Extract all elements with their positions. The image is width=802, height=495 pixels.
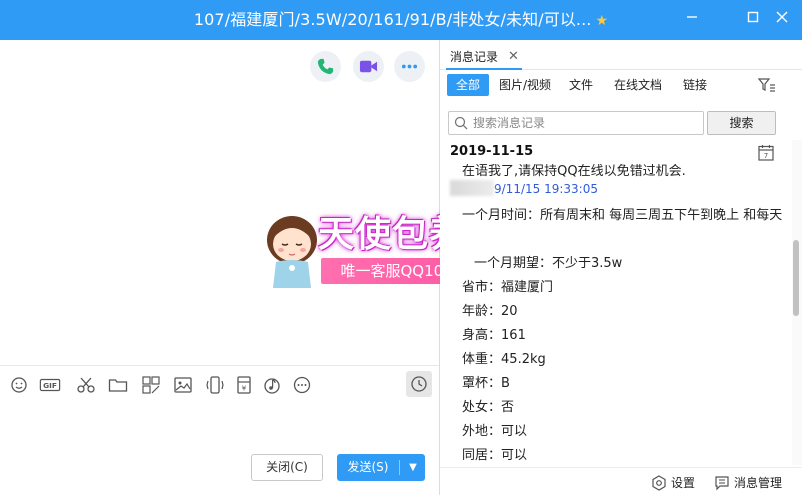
- search-button[interactable]: 搜索: [707, 111, 776, 135]
- tab-active-indicator: [446, 68, 522, 70]
- video-call-button[interactable]: [353, 51, 384, 82]
- filter-online-docs[interactable]: 在线文档: [610, 74, 666, 96]
- minimize-icon[interactable]: [682, 10, 702, 30]
- message-manage-label: 消息管理: [734, 476, 783, 490]
- music-icon[interactable]: [261, 374, 283, 396]
- title-bar: 107/福建厦门/3.5W/20/161/91/B/非处女/未知/可以... ★: [0, 0, 802, 40]
- emoji-icon[interactable]: [8, 374, 30, 396]
- sender-name-redacted: [450, 180, 494, 196]
- redpacket-icon[interactable]: ¥: [233, 374, 255, 396]
- send-button-separator: [399, 460, 400, 475]
- watermark-girl-image: [261, 210, 323, 290]
- footer-divider: [440, 467, 802, 468]
- toolbar-more-icon[interactable]: [291, 374, 313, 396]
- settings-label: 设置: [671, 476, 696, 490]
- settings-button[interactable]: 设置: [651, 474, 701, 492]
- profile-field-cup: 罩杯：B: [462, 376, 510, 391]
- message-manage-button[interactable]: 消息管理: [714, 474, 794, 492]
- more-actions-button[interactable]: [394, 51, 425, 82]
- profile-field-virgin: 处女：否: [462, 400, 515, 415]
- chevron-down-icon[interactable]: ▼: [403, 454, 423, 481]
- search-input[interactable]: [473, 114, 699, 132]
- filter-icon[interactable]: [757, 77, 776, 93]
- window-title-text: 107/福建厦门/3.5W/20/161/91/B/非处女/未知/可以...: [193, 10, 592, 29]
- send-button-label: 发送(S): [347, 460, 389, 474]
- toolbar-divider: [0, 365, 439, 366]
- filter-links[interactable]: 链接: [677, 74, 713, 96]
- history-panel: 消息记录 ✕ 全部 图片/视频 文件 在线文档 链接 搜索 2019-11-15…: [440, 40, 802, 495]
- search-icon: [454, 116, 468, 130]
- filter-all[interactable]: 全部: [447, 74, 489, 96]
- filter-images-videos[interactable]: 图片/视频: [493, 74, 557, 96]
- svg-text:GIF: GIF: [43, 381, 57, 390]
- profile-field-height: 身高：161: [462, 328, 526, 343]
- message-list: 在语我了,请保持QQ在线以免错过机会. 9/11/15 19:33:05 一个月…: [440, 164, 792, 466]
- history-toggle-button[interactable]: [406, 371, 432, 397]
- profile-field-weight: 体重：45.2kg: [462, 352, 546, 367]
- search-box: [448, 111, 704, 135]
- close-icon[interactable]: [772, 10, 792, 30]
- more-icon: [401, 64, 418, 69]
- message-text: 一个月时间：所有周末和 每周三周五下午到晚上 和每天: [462, 208, 783, 223]
- maximize-icon[interactable]: [743, 10, 763, 30]
- folder-icon[interactable]: [107, 374, 129, 396]
- profile-field-province: 省市：福建厦门: [462, 280, 554, 295]
- phone-call-button[interactable]: [310, 51, 341, 82]
- close-button[interactable]: 关闭(C): [251, 454, 323, 481]
- message-timestamp: 9/11/15 19:33:05: [494, 182, 598, 196]
- svg-text:7: 7: [764, 152, 768, 160]
- send-button[interactable]: 发送(S) ▼: [337, 454, 425, 481]
- settings-icon: [652, 475, 666, 491]
- tab-message-history[interactable]: 消息记录 ✕: [446, 44, 528, 70]
- phone-icon: [317, 58, 334, 75]
- calendar-icon[interactable]: 7: [758, 144, 774, 161]
- filter-files[interactable]: 文件: [563, 74, 599, 96]
- profile-field-travel: 外地：可以: [462, 424, 528, 439]
- shake-icon[interactable]: [204, 374, 226, 396]
- tab-message-history-label: 消息记录: [450, 50, 499, 64]
- message-text: 在语我了,请保持QQ在线以免错过机会.: [462, 164, 686, 179]
- gif-icon[interactable]: GIF: [39, 374, 63, 396]
- scissors-icon[interactable]: [75, 374, 97, 396]
- image-edit-icon[interactable]: [140, 374, 162, 396]
- picture-icon[interactable]: [172, 374, 194, 396]
- clock-icon: [411, 376, 427, 392]
- video-icon: [359, 60, 378, 73]
- history-scrollbar-thumb[interactable]: [793, 240, 799, 316]
- star-icon[interactable]: ★: [595, 13, 608, 29]
- tab-close-icon[interactable]: ✕: [508, 44, 519, 70]
- message-manage-icon: [715, 476, 729, 491]
- svg-text:¥: ¥: [242, 385, 247, 393]
- profile-field-age: 年龄：20: [462, 304, 518, 319]
- message-text: 一个月期望：不少于3.5w: [474, 256, 623, 271]
- profile-field-cohabit: 同居：可以: [462, 448, 528, 463]
- date-header: 2019-11-15: [450, 144, 534, 159]
- message-sender-time: 9/11/15 19:33:05: [450, 180, 598, 196]
